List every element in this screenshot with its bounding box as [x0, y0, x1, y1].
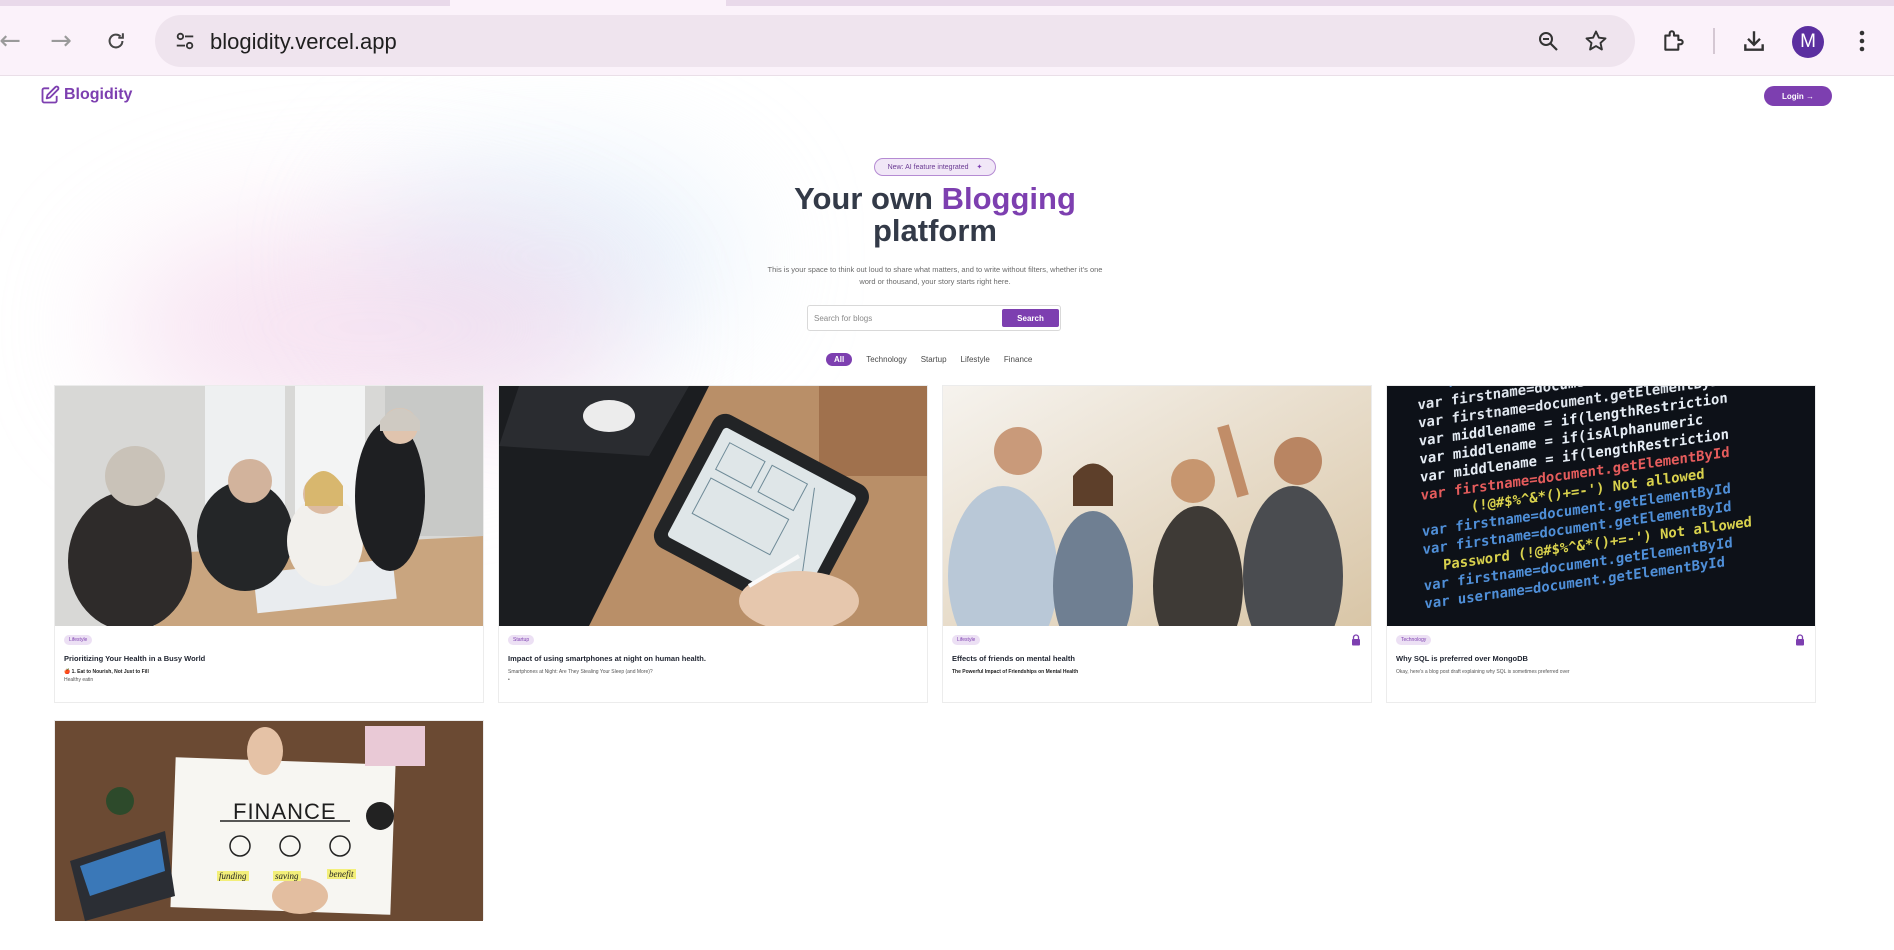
- search-form: Search: [807, 305, 1061, 331]
- category-all[interactable]: All: [826, 352, 853, 366]
- headline-text-line2: platform: [873, 213, 997, 248]
- excerpt-line: Healthy eatin: [64, 677, 94, 683]
- blog-card-excerpt: Smartphones at Night: Are They Stealing …: [508, 668, 918, 684]
- blog-card-image: [943, 386, 1371, 626]
- puzzle-icon[interactable]: [1655, 22, 1693, 60]
- star-icon[interactable]: [1579, 24, 1613, 58]
- excerpt-line: Smartphones at Night: Are They Stealing …: [508, 669, 653, 675]
- hero-subtext: This is your space to think out loud to …: [767, 265, 1103, 286]
- category-finance[interactable]: Finance: [1004, 355, 1032, 364]
- finance-image-label: funding: [217, 871, 249, 881]
- feature-badge-label: New: AI feature integrated: [887, 163, 969, 171]
- reload-icon[interactable]: [98, 23, 134, 59]
- site-settings-icon[interactable]: [165, 21, 205, 61]
- category-tag[interactable]: Lifestyle: [64, 635, 93, 645]
- blog-card-title[interactable]: Impact of using smartphones at night on …: [508, 654, 918, 663]
- page-content: Blogidity Login → New: AI feature integr…: [0, 77, 1894, 950]
- category-tag[interactable]: Lifestyle: [952, 635, 981, 645]
- category-lifestyle[interactable]: Lifestyle: [961, 355, 990, 364]
- category-startup[interactable]: Startup: [921, 355, 947, 364]
- headline-accent: Blogging: [941, 181, 1076, 216]
- blog-card[interactable]: Lifestyle Effects of friends on mental h…: [942, 385, 1372, 703]
- brand-name: Blogidity: [64, 86, 133, 103]
- feature-badge[interactable]: New: AI feature integrated ✦: [874, 158, 996, 176]
- category-filter: All Technology Startup Lifestyle Finance: [826, 352, 1032, 366]
- blog-card[interactable]: FINANCE funding saving benefit: [54, 720, 484, 921]
- category-technology[interactable]: Technology: [866, 355, 906, 364]
- blog-card-image: [499, 386, 927, 626]
- download-icon[interactable]: [1735, 22, 1773, 60]
- lock-icon: [1796, 634, 1804, 646]
- toolbar-separator: [1713, 28, 1715, 54]
- blog-card-excerpt: 🍎 1. Eat to Nourish, Not Just to Fill He…: [64, 668, 474, 684]
- blog-card-image: [55, 386, 483, 626]
- active-tab[interactable]: [450, 0, 726, 6]
- address-bar[interactable]: blogidity.vercel.app: [155, 15, 1635, 67]
- blog-card-image: firstname=document.getElementById var fi…: [1387, 386, 1815, 626]
- excerpt-line: Okay, here's a blog post draft explainin…: [1396, 669, 1570, 675]
- sparkle-icon: ✦: [976, 164, 983, 171]
- back-arrow-icon[interactable]: ←: [0, 23, 28, 59]
- browser-toolbar: ← → blogidity.vercel.app M: [0, 0, 1894, 76]
- blog-card-title[interactable]: Effects of friends on mental health: [952, 654, 1362, 663]
- excerpt-line: The Powerful Impact of Friendships on Me…: [952, 669, 1079, 675]
- finance-image-label: saving: [273, 871, 301, 881]
- zoom-icon[interactable]: [1531, 24, 1565, 58]
- code-image-text: firstname=document.getElementById var fi…: [1417, 386, 1753, 613]
- blog-card-title[interactable]: Prioritizing Your Health in a Busy World: [64, 654, 474, 663]
- hero-headline: Your own Blogging platform: [700, 183, 1170, 247]
- edit-icon: [41, 85, 60, 104]
- forward-arrow-icon[interactable]: →: [43, 23, 79, 59]
- blog-card[interactable]: firstname=document.getElementById var fi…: [1386, 385, 1816, 703]
- blog-card[interactable]: Lifestyle Prioritizing Your Health in a …: [54, 385, 484, 703]
- excerpt-line: 🍎 1. Eat to Nourish, Not Just to Fill: [64, 669, 149, 675]
- excerpt-line: •: [508, 677, 510, 683]
- blog-card-image: FINANCE funding saving benefit: [55, 721, 483, 921]
- blog-card-excerpt: The Powerful Impact of Friendships on Me…: [952, 668, 1362, 676]
- category-tag[interactable]: Technology: [1396, 635, 1432, 645]
- profile-avatar[interactable]: M: [1792, 26, 1824, 58]
- blog-card[interactable]: Startup Impact of using smartphones at n…: [498, 385, 928, 703]
- finance-image-label: benefit: [327, 869, 356, 879]
- tab-strip: [0, 0, 1894, 6]
- lock-icon: [1352, 634, 1360, 646]
- category-tag[interactable]: Startup: [508, 635, 535, 645]
- blog-card-excerpt: Okay, here's a blog post draft explainin…: [1396, 668, 1806, 676]
- kebab-menu-icon[interactable]: [1843, 22, 1881, 60]
- site-logo[interactable]: Blogidity: [40, 85, 132, 105]
- url-text[interactable]: blogidity.vercel.app: [210, 29, 397, 55]
- search-button[interactable]: Search: [1002, 309, 1059, 327]
- headline-text: Your own: [794, 181, 942, 216]
- finance-image-heading: FINANCE: [233, 799, 337, 824]
- search-input[interactable]: [814, 309, 994, 327]
- login-button[interactable]: Login →: [1764, 86, 1832, 106]
- blog-card-title[interactable]: Why SQL is preferred over MongoDB: [1396, 654, 1806, 663]
